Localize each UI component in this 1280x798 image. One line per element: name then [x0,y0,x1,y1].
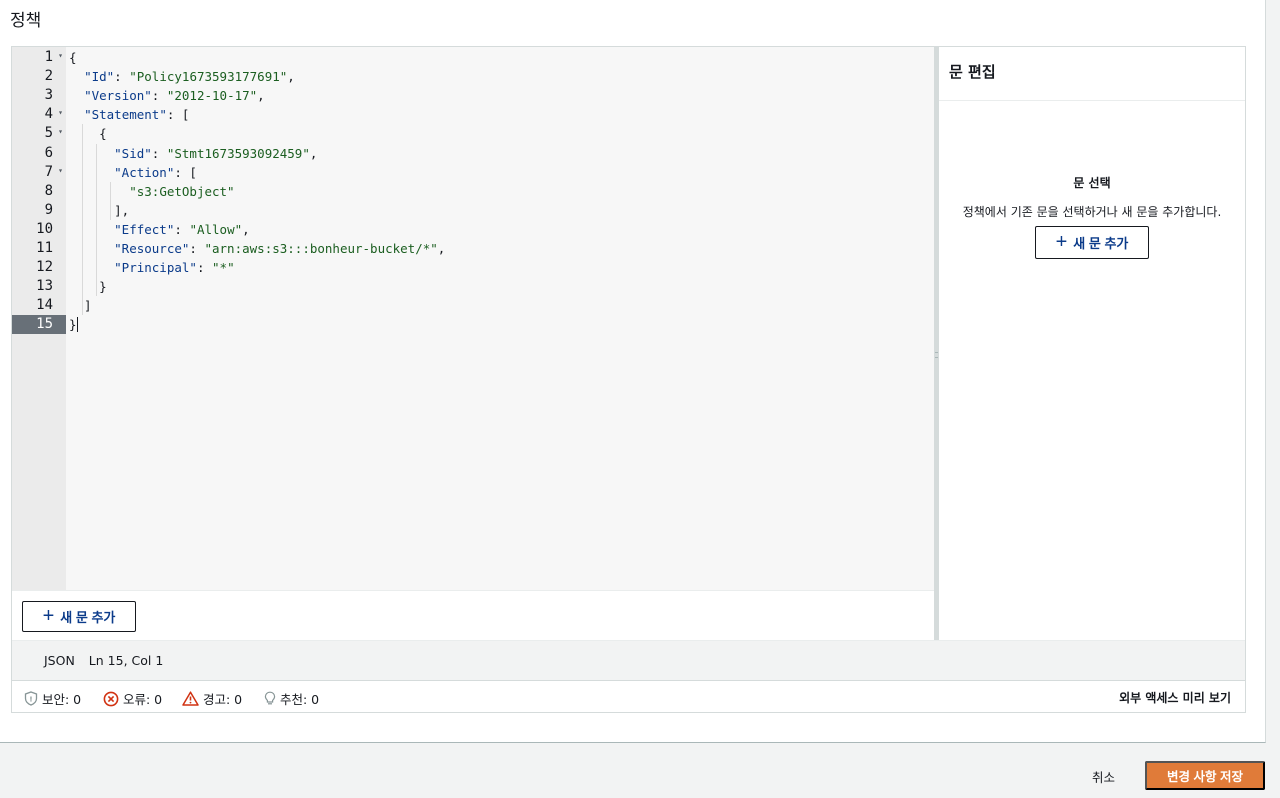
save-changes-button[interactable]: 변경 사항 저장 [1145,761,1265,790]
language-mode: JSON [44,653,75,668]
lightbulb-icon [264,691,276,705]
side-add-statement-button[interactable]: + 새 문 추가 [1035,226,1149,259]
code-line[interactable]: "Principal": "*" [69,258,234,277]
code-line[interactable]: "Statement": [ [69,105,189,124]
line-number-text: 4 [44,106,53,123]
line-number-text: 2 [44,68,53,85]
line-number: 1 ▾ [12,48,66,67]
error-icon [103,691,119,706]
line-number-text: 3 [44,87,53,104]
code-line[interactable]: ], [69,201,129,220]
panel-title: 정책 [10,11,42,31]
warnings-count: 경고: 0 [203,692,243,707]
line-number-text: 12 [36,259,53,276]
line-number: 8 [12,182,66,201]
line-number: 15 [12,315,66,335]
line-number-text: 7 [44,163,53,180]
indent-guide [82,124,83,316]
line-number-text: 14 [36,297,53,314]
svg-text:!: ! [29,696,32,704]
line-number: 5 ▾ [12,124,66,143]
code-line[interactable]: { [69,48,77,67]
errors-count: 오류: 0 [123,692,163,707]
line-number-text: 6 [44,144,53,161]
code-line[interactable]: { [69,124,107,143]
line-number-text: 1 [44,49,53,65]
external-access-preview-link[interactable]: 외부 액세스 미리 보기 [1119,689,1231,706]
code-line[interactable]: "Id": "Policy1673593177691", [69,67,295,86]
code-editor[interactable]: 1 ▾ 2 3 4 ▾ 5 ▾ 6 7 ▾ 8 9 10 11 12 13 14 15 { "Id": "Polic… [12,47,934,590]
policy-editor: 1 ▾ 2 3 4 ▾ 5 ▾ 6 7 ▾ 8 9 10 11 12 13 14 15 { "Id": "Polic… [11,46,1246,713]
warnings-check[interactable]: 경고: 0 [182,689,242,708]
security-check[interactable]: ! 보안: 0 [24,689,81,708]
code-line[interactable]: "Action": [ [69,163,197,182]
shield-icon: ! [24,691,38,706]
line-number-text: 8 [44,182,53,199]
code-line[interactable]: "Version": "2012-10-17", [69,86,265,105]
security-count: 보안: 0 [42,692,82,707]
splitter-grip-icon[interactable] [935,352,938,358]
text-cursor [77,317,78,333]
plus-icon: + [42,604,55,627]
line-number-text: 15 [36,316,53,333]
suggestions-check[interactable]: 추천: 0 [264,689,319,708]
line-number: 11 [12,239,66,258]
policy-checks-bar: ! 보안: 0 오류: 0 경고: 0 추천: 0 외부 액세스 미리 보기 [12,680,1245,712]
cancel-button[interactable]: 취소 [1092,767,1115,786]
line-number: 7 ▾ [12,163,66,182]
fold-toggle-icon[interactable]: ▾ [58,127,63,136]
empty-state-description: 정책에서 기존 문을 선택하거나 새 문을 추가합니다. [962,205,1222,219]
line-number-text: 9 [44,201,53,218]
line-number: 10 [12,220,66,239]
code-line[interactable]: } [69,277,107,296]
line-number: 4 ▾ [12,105,66,124]
line-number: 2 [12,67,66,86]
plus-icon: + [1055,230,1068,253]
code-line[interactable]: "Sid": "Stmt1673593092459", [69,144,317,163]
side-add-statement-label: 새 문 추가 [1073,236,1129,251]
code-line[interactable]: } [69,315,77,334]
edit-statement-panel: 문 편집 문 선택 정책에서 기존 문을 선택하거나 새 문을 추가합니다. +… [939,47,1245,640]
line-number: 9 [12,201,66,220]
fold-toggle-icon[interactable]: ▾ [58,166,63,175]
line-number-text: 13 [36,278,53,295]
status-text: JSON Ln 15, Col 1 [44,653,173,668]
line-number: 12 [12,258,66,277]
errors-check[interactable]: 오류: 0 [103,689,162,708]
line-number: 14 [12,296,66,315]
code-line[interactable]: ] [69,296,92,315]
add-statement-button[interactable]: + 새 문 추가 [22,601,136,632]
indent-guide [96,143,97,297]
side-panel-header: 문 편집 [939,47,1245,101]
side-panel-title: 문 편집 [949,63,996,81]
line-number-text: 11 [36,240,53,256]
indent-guide [110,181,111,220]
add-statement-bar: + 새 문 추가 [12,590,934,640]
line-number: 3 [12,86,66,105]
policy-panel: 정책 1 ▾ 2 3 4 ▾ 5 ▾ 6 7 ▾ 8 9 10 11 12 13 14 15 { "Id": "Po… [0,0,1266,743]
line-number-text: 10 [36,220,53,237]
empty-state-title: 문 선택 [1073,176,1111,190]
line-gutter: 1 ▾ 2 3 4 ▾ 5 ▾ 6 7 ▾ 8 9 10 11 12 13 14 15 [12,47,66,590]
line-number-text: 5 [44,125,53,142]
code-line[interactable]: "s3:GetObject" [69,182,234,201]
line-number: 6 [12,144,66,163]
fold-toggle-icon[interactable]: ▾ [58,108,63,117]
fold-toggle-icon[interactable]: ▾ [58,51,63,60]
editor-status-bar: JSON Ln 15, Col 1 [12,640,1245,680]
add-statement-label: 새 문 추가 [60,610,116,625]
code-line[interactable]: "Resource": "arn:aws:s3:::bonheur-bucket… [69,239,445,258]
line-number: 13 [12,277,66,296]
cursor-position: Ln 15, Col 1 [88,653,164,668]
warning-icon [182,691,199,706]
suggestions-count: 추천: 0 [280,692,320,707]
